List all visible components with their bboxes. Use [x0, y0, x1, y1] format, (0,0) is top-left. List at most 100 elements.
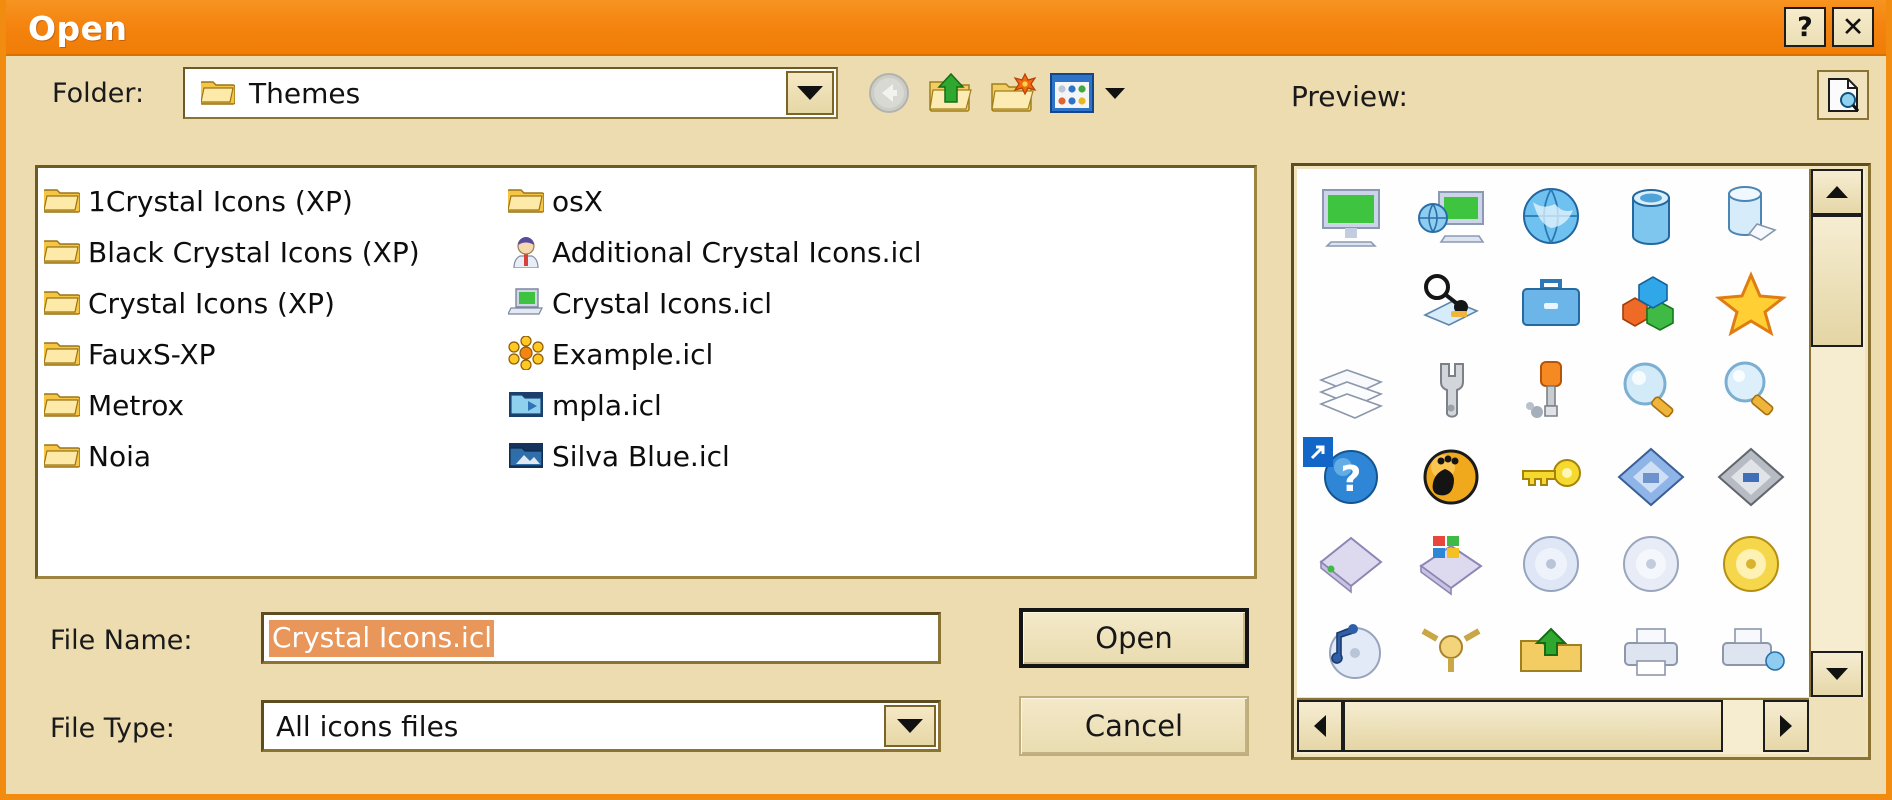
list-item[interactable]: Noia	[42, 431, 420, 482]
navigation-toolbar	[858, 67, 1130, 119]
icon-cell[interactable]	[1301, 521, 1401, 608]
preview-canvas[interactable]: ?	[1297, 169, 1809, 697]
icon-cell[interactable]	[1601, 347, 1701, 434]
icon-cell[interactable]	[1601, 173, 1701, 260]
icon-cell[interactable]	[1401, 608, 1501, 695]
list-item-label: FauxS-XP	[88, 338, 216, 371]
preview-label: Preview:	[1291, 80, 1408, 113]
folder-combobox[interactable]: Themes	[183, 67, 838, 119]
list-item-label: Metrox	[88, 389, 185, 422]
cd-music-icon	[1329, 623, 1381, 679]
icon-cell[interactable]	[1301, 695, 1401, 697]
list-item[interactable]: mpla.icl	[508, 380, 921, 431]
file-list-column-right: osX Additional Crystal Icons.icl Crystal…	[506, 176, 921, 482]
database-copy-icon	[1728, 185, 1777, 241]
folder-combobox-value: Themes	[249, 76, 361, 110]
icon-cell[interactable]	[1501, 347, 1601, 434]
folder-combobox-arrow[interactable]	[786, 71, 834, 115]
network-computer-icon	[1418, 190, 1485, 243]
list-item-label: Black Crystal Icons (XP)	[88, 236, 420, 269]
icon-cell[interactable]	[1501, 434, 1601, 521]
folder-label: Folder:	[52, 78, 145, 109]
list-item[interactable]: Additional Crystal Icons.icl	[508, 227, 921, 278]
magnifier-inspect-icon	[1423, 273, 1479, 326]
svg-text:?: ?	[1341, 459, 1362, 500]
cancel-button[interactable]: Cancel	[1019, 696, 1249, 756]
help-button[interactable]: ?	[1784, 7, 1826, 47]
list-item-label: mpla.icl	[552, 389, 662, 422]
up-one-level-button[interactable]	[920, 67, 982, 119]
list-item[interactable]: osX	[506, 176, 921, 227]
back-arrow-icon	[869, 73, 909, 113]
list-item[interactable]: Silva Blue.icl	[508, 431, 921, 482]
list-item[interactable]: Crystal Icons (XP)	[42, 278, 420, 329]
list-item[interactable]: Example.icl	[508, 329, 921, 380]
printer-icon	[1624, 627, 1678, 676]
document-preview-icon	[1828, 78, 1860, 112]
preview-toggle-button[interactable]	[1817, 70, 1869, 120]
icon-cell[interactable]	[1301, 608, 1401, 695]
folder-yellow-icon	[42, 338, 81, 372]
file-name-input[interactable]: Crystal Icons.icl	[261, 612, 941, 664]
list-item[interactable]: Crystal Icons.icl	[507, 278, 921, 329]
icon-cell[interactable]	[1601, 434, 1701, 521]
key-icon	[1522, 458, 1581, 487]
icon-cell[interactable]	[1501, 173, 1601, 260]
list-item[interactable]: Metrox	[42, 380, 420, 431]
icon-cell[interactable]	[1401, 521, 1501, 608]
icon-cell[interactable]	[1501, 521, 1601, 608]
person-avatar-icon	[508, 234, 544, 272]
icon-cell[interactable]	[1501, 608, 1601, 695]
icon-cell[interactable]	[1301, 347, 1401, 434]
scroll-up-button[interactable]	[1811, 169, 1863, 215]
icon-cell[interactable]	[1701, 173, 1801, 260]
floppy-grey-icon	[1717, 447, 1785, 506]
icon-cell[interactable]	[1701, 434, 1801, 521]
views-grid-icon	[1050, 73, 1094, 113]
file-type-arrow[interactable]	[884, 705, 936, 747]
icon-cell[interactable]	[1701, 260, 1801, 347]
horizontal-scroll-thumb[interactable]	[1343, 700, 1723, 752]
new-folder-button[interactable]	[982, 67, 1044, 119]
icon-cell[interactable]	[1401, 434, 1501, 521]
open-button[interactable]: Open	[1019, 608, 1249, 668]
list-item-label: Silva Blue.icl	[552, 440, 730, 473]
close-button[interactable]: ✕	[1832, 7, 1874, 47]
scroll-right-button[interactable]	[1763, 700, 1809, 752]
icon-cell[interactable]	[1401, 260, 1501, 347]
folder-yellow-icon	[42, 185, 81, 219]
views-dropdown-arrow	[1105, 87, 1125, 99]
list-item[interactable]: FauxS-XP	[42, 329, 420, 380]
icon-cell[interactable]	[1701, 521, 1801, 608]
icon-cell[interactable]	[1301, 173, 1401, 260]
preview-horizontal-scrollbar[interactable]	[1297, 698, 1809, 754]
icon-cell[interactable]	[1601, 608, 1701, 695]
scroll-left-button[interactable]	[1297, 700, 1343, 752]
icon-cell[interactable]	[1401, 173, 1501, 260]
scrollbar-corner	[1809, 698, 1865, 754]
folder-yellow-icon	[42, 236, 81, 270]
cd-disc-plain-icon	[1623, 535, 1679, 592]
file-type-combobox[interactable]: All icons files	[261, 700, 941, 752]
shortcut-arrow-icon	[1303, 437, 1333, 467]
title-bar: Open ? ✕	[6, 0, 1886, 56]
preview-icon-grid: ?	[1301, 173, 1801, 697]
list-item[interactable]: 1Crystal Icons (XP)	[42, 176, 420, 227]
file-list[interactable]: 1Crystal Icons (XP) Black Crystal Icons …	[35, 165, 1257, 579]
list-item-label: 1Crystal Icons (XP)	[88, 185, 353, 218]
icon-cell[interactable]	[1501, 260, 1601, 347]
list-item[interactable]: Black Crystal Icons (XP)	[42, 227, 420, 278]
scroll-down-button[interactable]	[1811, 651, 1863, 697]
vertical-scroll-thumb[interactable]	[1811, 215, 1863, 347]
printer-network-icon	[1722, 627, 1785, 671]
icon-cell[interactable]	[1401, 347, 1501, 434]
icon-cell[interactable]	[1601, 521, 1701, 608]
icon-cell[interactable]	[1301, 260, 1401, 347]
icon-cell[interactable]	[1701, 347, 1801, 434]
network-plug-icon	[1421, 627, 1481, 672]
preview-vertical-scrollbar[interactable]	[1809, 169, 1865, 697]
icon-cell[interactable]	[1601, 260, 1701, 347]
views-button[interactable]	[1044, 67, 1130, 119]
icon-cell[interactable]	[1701, 608, 1801, 695]
back-button[interactable]	[858, 67, 920, 119]
